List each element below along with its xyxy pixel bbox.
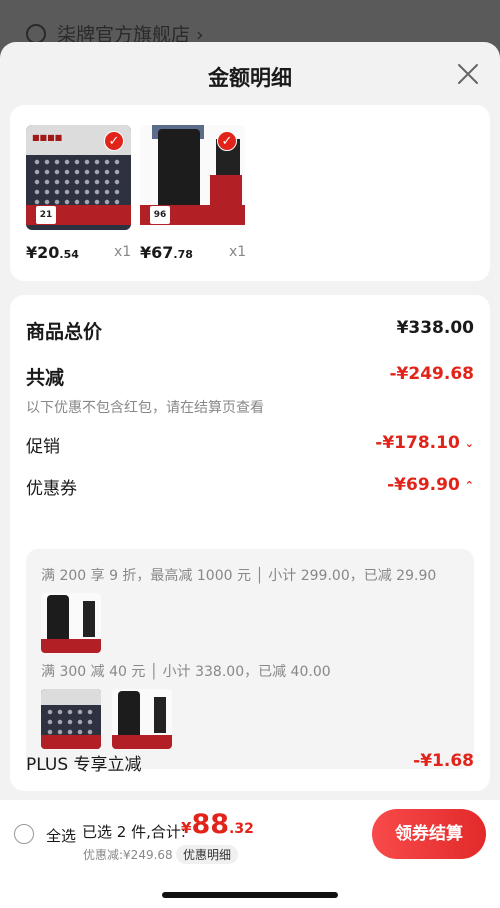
product-price: ¥20.54 bbox=[26, 243, 79, 262]
select-all-label[interactable]: 全选 bbox=[46, 825, 76, 846]
pants-side bbox=[154, 697, 166, 733]
coupon-value[interactable]: -¥69.90 ⌃ bbox=[387, 475, 474, 495]
checkout-button[interactable]: 领券结算 bbox=[372, 809, 486, 859]
coupon-product-thumb[interactable] bbox=[112, 689, 172, 749]
chevron-up-icon[interactable]: ⌃ bbox=[465, 479, 474, 492]
select-all-checkbox[interactable] bbox=[14, 824, 34, 844]
product-price: ¥67.78 bbox=[140, 243, 193, 262]
promo-strip bbox=[41, 735, 101, 749]
chevron-down-icon[interactable]: ⌄ bbox=[465, 437, 474, 450]
boxers-pattern bbox=[32, 157, 124, 207]
coupon-breakdown: 满 200 享 9 折，最高减 1000 元 │ 小计 299.00，已减 29… bbox=[26, 549, 474, 769]
promo-strip bbox=[112, 735, 172, 749]
reduce-note: 以下优惠不包含红包，请在结算页查看 bbox=[26, 400, 264, 416]
coupon-rule-line: 满 300 减 40 元 │ 小计 338.00，已减 40.00 bbox=[41, 664, 331, 680]
discount-detail-link[interactable]: 优惠明细 bbox=[176, 845, 239, 864]
price-badge: 96 bbox=[150, 206, 170, 224]
store-select-circle bbox=[26, 24, 46, 44]
pants-tag bbox=[210, 175, 242, 205]
plus-label: PLUS 专享立减 bbox=[26, 755, 142, 775]
brand-bar bbox=[41, 689, 101, 705]
coupon-product-thumb[interactable] bbox=[41, 689, 101, 749]
brand-logo: ■■■■ bbox=[32, 133, 63, 142]
sheet-title: 金额明细 bbox=[208, 66, 292, 90]
promo-strip bbox=[41, 639, 101, 653]
products-card: ■■■■ 21 ✓ ¥20.54 x1 96 ✓ ¥67.78 x1 bbox=[10, 105, 490, 281]
price-badge: 21 bbox=[36, 206, 56, 224]
product-qty: x1 bbox=[114, 244, 132, 260]
coupon-rule-line: 满 200 享 9 折，最高减 1000 元 │ 小计 299.00，已减 29… bbox=[41, 568, 437, 584]
promo-label[interactable]: 促销 bbox=[26, 432, 60, 457]
detail-card: 商品总价 ¥338.00 共减 -¥249.68 以下优惠不包含红包，请在结算页… bbox=[10, 295, 490, 791]
plus-value: -¥1.68 bbox=[413, 751, 474, 771]
checkout-bar: 全选 已选 2 件,合计: ¥88.32 优惠减:¥249.68 优惠明细 领券… bbox=[0, 800, 500, 908]
pants-side bbox=[83, 601, 95, 637]
checked-icon[interactable]: ✓ bbox=[217, 131, 237, 151]
promo-value[interactable]: -¥178.10 ⌄ bbox=[375, 433, 474, 453]
selected-count: 已选 2 件,合计: bbox=[82, 823, 186, 841]
coupon-label[interactable]: 优惠券 bbox=[26, 474, 77, 499]
reduce-label: 共减 bbox=[26, 367, 65, 389]
close-icon[interactable] bbox=[456, 62, 480, 86]
boxers-pattern bbox=[45, 707, 97, 735]
home-indicator bbox=[162, 892, 338, 898]
reduce-value: -¥249.68 bbox=[389, 364, 475, 384]
discount-summary: 优惠减:¥249.68 bbox=[83, 848, 173, 862]
product-qty: x1 bbox=[229, 244, 247, 260]
total-label: 商品总价 bbox=[26, 321, 103, 343]
amount-detail-sheet: 金额明细 ■■■■ 21 ✓ ¥20.54 x1 96 ✓ ¥67.78 x1 … bbox=[0, 42, 500, 908]
total-amount: ¥88.32 bbox=[181, 809, 254, 840]
coupon-product-thumb[interactable] bbox=[41, 593, 101, 653]
total-value: ¥338.00 bbox=[396, 318, 474, 338]
checked-icon[interactable]: ✓ bbox=[104, 131, 124, 151]
